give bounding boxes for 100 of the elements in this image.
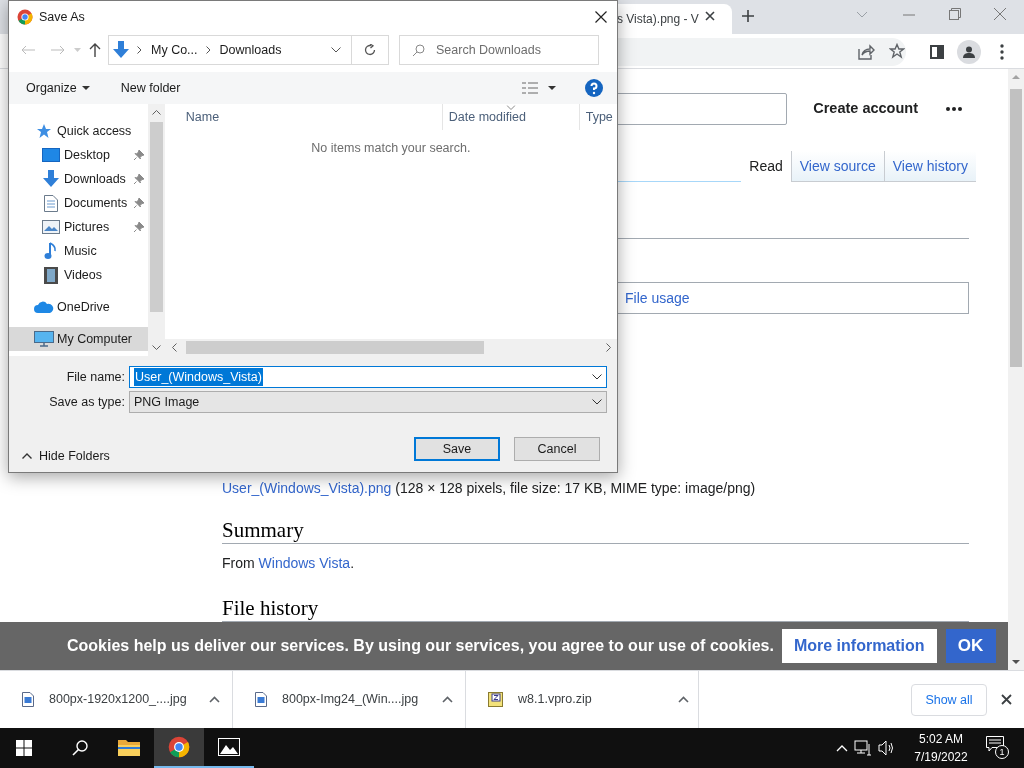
pin-icon — [133, 150, 144, 160]
person-icon — [963, 46, 975, 58]
column-header[interactable]: Type — [578, 104, 617, 130]
dialog-title: Save As — [39, 8, 85, 26]
up-icon[interactable] — [89, 43, 101, 57]
chevron-down-icon — [592, 374, 602, 380]
nav-item[interactable]: Quick access — [9, 119, 148, 143]
breadcrumb[interactable]: My Co... — [151, 40, 198, 60]
address-bar[interactable]: My Co... Downloads — [108, 35, 352, 65]
file-name-field[interactable]: User_(Windows_Vista) — [129, 366, 607, 388]
notification-badge: 1 — [995, 745, 1009, 759]
search-field[interactable]: Search Downloads — [399, 35, 599, 65]
nav-item[interactable]: Desktop — [9, 143, 148, 167]
more-information-button[interactable]: More information — [781, 629, 937, 663]
archive-file-icon — [488, 692, 503, 707]
file-type-dropdown[interactable]: PNG Image — [129, 391, 607, 413]
profile-avatar[interactable] — [957, 40, 981, 64]
image-file-icon — [22, 692, 34, 707]
folder-icon — [118, 738, 140, 756]
nav-item[interactable]: My Computer — [9, 327, 148, 351]
image-file-icon — [255, 692, 267, 707]
menu-icon[interactable] — [1000, 44, 1004, 60]
photos-icon — [218, 738, 240, 756]
close-icon[interactable] — [1001, 694, 1012, 705]
download-icon — [113, 41, 129, 59]
share-icon[interactable] — [857, 44, 875, 60]
close-icon[interactable] — [705, 11, 715, 21]
music-icon — [44, 242, 58, 260]
clock[interactable]: 5:02 AM 7/19/2022 — [906, 730, 976, 766]
restore-icon[interactable] — [949, 8, 961, 20]
side-panel-icon[interactable] — [930, 45, 944, 59]
network-icon[interactable] — [854, 740, 872, 756]
chevron-up-icon[interactable] — [678, 696, 689, 703]
pin-icon — [133, 222, 144, 232]
refresh-button[interactable] — [352, 35, 389, 65]
column-header[interactable]: Name — [179, 104, 442, 130]
summary-text: From Windows Vista. — [222, 554, 355, 573]
sort-icon — [506, 105, 516, 110]
picture-icon — [42, 220, 60, 234]
hide-folders-button[interactable]: Hide Folders — [22, 447, 110, 466]
pin-icon — [133, 198, 144, 208]
caret-down-icon[interactable] — [548, 86, 556, 90]
plus-icon[interactable] — [741, 9, 755, 23]
chevron-up-icon[interactable] — [442, 696, 453, 703]
page-tab[interactable]: View history — [883, 151, 976, 182]
page-tab[interactable]: View source — [790, 151, 884, 182]
chevron-down-icon — [151, 345, 161, 350]
chevron-up-icon[interactable] — [209, 696, 220, 703]
organize-button[interactable]: Organize — [26, 78, 90, 98]
breadcrumb[interactable]: Downloads — [219, 40, 282, 60]
nav-item[interactable]: Downloads — [9, 167, 148, 191]
scrollbar[interactable] — [1008, 69, 1024, 670]
section-heading: Summary — [222, 517, 305, 543]
taskbar-app[interactable] — [154, 728, 204, 768]
chevron-up-icon — [22, 453, 32, 460]
star-icon[interactable] — [889, 43, 905, 59]
chevron-up-icon — [151, 110, 161, 115]
caret-down-icon — [81, 86, 90, 90]
file-usage-tab[interactable]: File usage — [615, 282, 969, 314]
new-folder-button[interactable]: New folder — [120, 78, 181, 98]
chevron-right-icon — [205, 46, 211, 54]
close-icon[interactable] — [595, 11, 607, 23]
document-icon — [44, 194, 58, 212]
refresh-icon — [364, 44, 376, 56]
desktop-icon — [42, 148, 60, 162]
nav-item[interactable]: OneDrive — [9, 295, 148, 319]
star-icon — [36, 123, 52, 139]
chevron-down-icon — [592, 399, 602, 405]
download-icon — [43, 170, 59, 188]
search-icon[interactable] — [72, 740, 88, 756]
show-all-button[interactable]: Show all — [911, 684, 987, 716]
nav-item[interactable]: Videos — [9, 263, 148, 287]
computer-icon — [34, 331, 54, 347]
section-heading: File history — [222, 595, 320, 621]
chevron-right-icon — [606, 343, 611, 352]
cookie-notice-text: Cookies help us deliver our services. By using our services, you agree to our use of cookies. — [67, 636, 774, 656]
cloud-icon — [34, 301, 54, 313]
column-header[interactable]: Date modified — [441, 104, 579, 130]
start-icon[interactable] — [16, 740, 32, 756]
notification-button[interactable]: 1 — [986, 736, 1008, 760]
empty-message: No items match your search. — [311, 140, 471, 155]
more-icon[interactable] — [946, 107, 962, 111]
chevron-right-icon — [137, 46, 142, 54]
save-button[interactable]: Save — [414, 437, 500, 462]
scrollbar[interactable] — [164, 339, 617, 356]
ok-button[interactable]: OK — [945, 629, 996, 663]
film-icon — [44, 266, 58, 284]
volume-icon[interactable] — [878, 740, 896, 756]
nav-item[interactable]: Music — [9, 239, 148, 263]
chevron-down-icon[interactable] — [331, 47, 341, 53]
pin-icon — [133, 174, 144, 184]
help-icon[interactable] — [585, 79, 603, 97]
nav-item[interactable]: Documents — [9, 191, 148, 215]
field-label: Save as type: — [48, 393, 126, 411]
file-link[interactable]: User_(Windows_Vista).png — [222, 480, 392, 496]
cancel-button[interactable]: Cancel — [514, 437, 600, 462]
app-logo-icon — [168, 736, 190, 758]
app-logo-icon — [17, 9, 33, 25]
nav-item[interactable]: Pictures — [9, 215, 148, 239]
create-account-link[interactable]: Create account — [813, 98, 918, 120]
